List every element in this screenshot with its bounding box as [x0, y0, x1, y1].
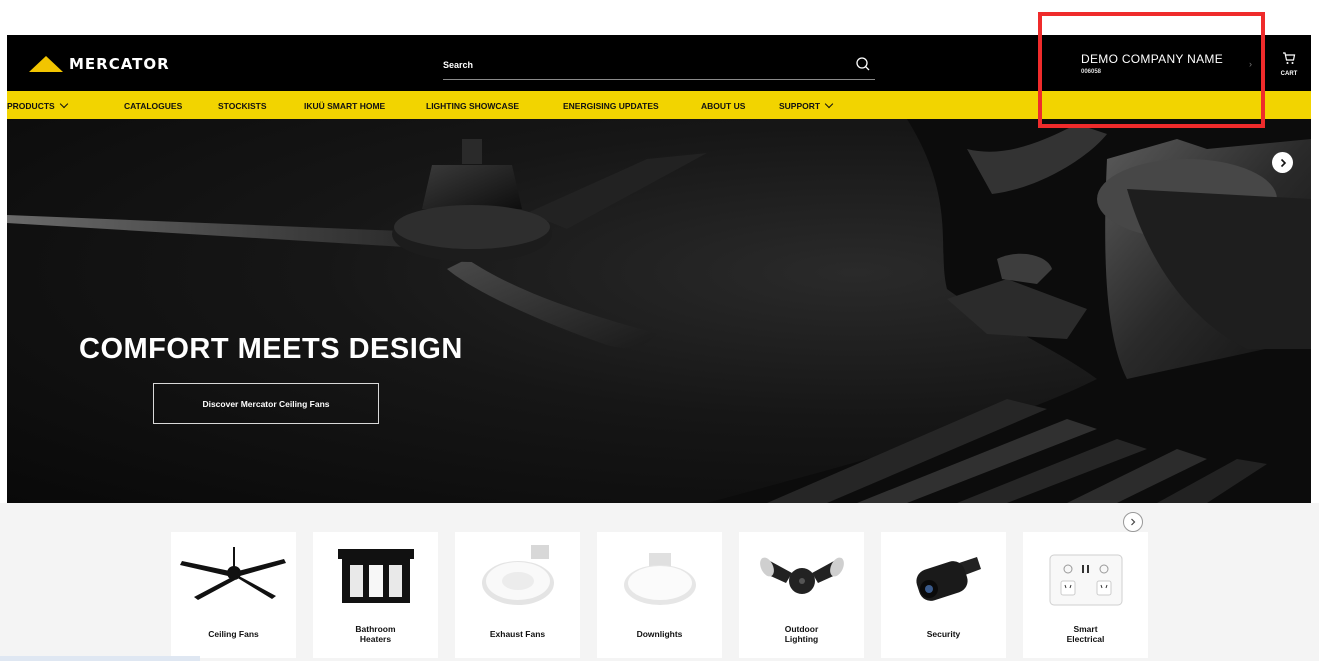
nav-item-catalogues[interactable]: CATALOGUES: [124, 101, 182, 111]
security-camera-icon: [881, 540, 1006, 612]
category-carousel: Ceiling Fans Bathroom Heaters Exhaust Fa…: [0, 503, 1319, 661]
nav-item-products[interactable]: PRODUCTS: [7, 99, 68, 111]
category-card-exhaust-fans[interactable]: Exhaust Fans: [455, 532, 580, 658]
main-nav: PRODUCTS CATALOGUES STOCKISTS IKUÜ SMART…: [7, 91, 1311, 119]
bathroom-heater-icon: [313, 540, 438, 612]
nav-label: LIGHTING SHOWCASE: [426, 101, 520, 111]
nav-label: ENERGISING UPDATES: [563, 101, 659, 111]
site-header: MERCATOR DEMO COMPANY NAME 006058 › CART: [7, 35, 1311, 91]
chevron-down-icon: [824, 99, 834, 109]
mercator-logo[interactable]: MERCATOR: [29, 52, 170, 76]
category-label: Downlights: [636, 629, 683, 639]
category-label-line-2: Lighting: [784, 634, 819, 644]
chevron-right-icon: ›: [1249, 59, 1252, 69]
search-icon[interactable]: [855, 56, 871, 72]
ceiling-fan-icon: [171, 540, 296, 612]
category-card-bathroom-heaters[interactable]: Bathroom Heaters: [313, 532, 438, 658]
nav-item-ikuu-smart-home[interactable]: IKUÜ SMART HOME: [304, 101, 385, 111]
category-label-line-1: Smart: [1073, 624, 1098, 634]
cart-button[interactable]: CART: [1277, 50, 1301, 77]
category-card-downlights[interactable]: Downlights: [597, 532, 722, 658]
nav-label: CATALOGUES: [124, 101, 183, 111]
chevron-right-icon: [1131, 518, 1136, 526]
category-card-security[interactable]: Security: [881, 532, 1006, 658]
nav-label: ABOUT US: [701, 101, 746, 111]
category-card-outdoor-lighting[interactable]: Outdoor Lighting: [739, 532, 864, 658]
nav-item-stockists[interactable]: STOCKISTS: [218, 101, 267, 111]
category-next-button[interactable]: [1123, 512, 1143, 532]
discover-ceiling-fans-button[interactable]: Discover Mercator Ceiling Fans: [153, 383, 379, 424]
category-card-smart-electrical[interactable]: Smart Electrical: [1023, 532, 1148, 658]
nav-item-about-us[interactable]: ABOUT US: [701, 101, 745, 111]
logo-triangle-icon: [29, 56, 63, 72]
smart-outlet-icon: [1023, 540, 1148, 612]
cart-icon: [1283, 52, 1296, 64]
nav-item-lighting-showcase[interactable]: LIGHTING SHOWCASE: [426, 101, 519, 111]
chevron-down-icon: [59, 99, 68, 109]
hero-next-button[interactable]: [1272, 152, 1293, 173]
hero-banner: COMFORT MEETS DESIGN Discover Mercator C…: [7, 119, 1311, 503]
nav-label: STOCKISTS: [218, 101, 267, 111]
search-input[interactable]: [443, 54, 843, 76]
category-label: Security: [926, 629, 961, 639]
category-card-ceiling-fans[interactable]: Ceiling Fans: [171, 532, 296, 658]
category-label-line-1: Outdoor: [784, 624, 819, 634]
scrollbar-track[interactable]: [0, 656, 200, 661]
downlight-icon: [597, 540, 722, 612]
nav-label: PRODUCTS: [7, 101, 55, 111]
category-label-line-2: Electrical: [1066, 634, 1105, 644]
page: MERCATOR DEMO COMPANY NAME 006058 › CART…: [0, 0, 1319, 661]
logo-text: MERCATOR: [69, 55, 170, 73]
account-id: 006058: [1081, 69, 1102, 75]
hero-title: COMFORT MEETS DESIGN: [79, 333, 463, 365]
category-label-line-1: Bathroom: [355, 624, 396, 634]
exhaust-fan-icon: [455, 540, 580, 612]
nav-label: IKUÜ SMART HOME: [304, 101, 386, 111]
chevron-right-icon: [1280, 158, 1286, 167]
category-label: Ceiling Fans: [208, 629, 259, 639]
category-label: Exhaust Fans: [489, 629, 546, 639]
nav-item-energising-updates[interactable]: ENERGISING UPDATES: [563, 101, 659, 111]
nav-item-support[interactable]: SUPPORT: [779, 99, 834, 111]
cart-label: CART: [1280, 71, 1298, 77]
outdoor-light-icon: [739, 540, 864, 612]
nav-label: SUPPORT: [779, 101, 821, 111]
ceiling-fan-hero-image: [7, 119, 1311, 503]
category-label-line-2: Heaters: [359, 634, 392, 644]
account-name: DEMO COMPANY NAME: [1081, 52, 1224, 66]
search-bar: [443, 52, 875, 80]
account-switcher[interactable]: DEMO COMPANY NAME 006058: [1081, 52, 1223, 75]
